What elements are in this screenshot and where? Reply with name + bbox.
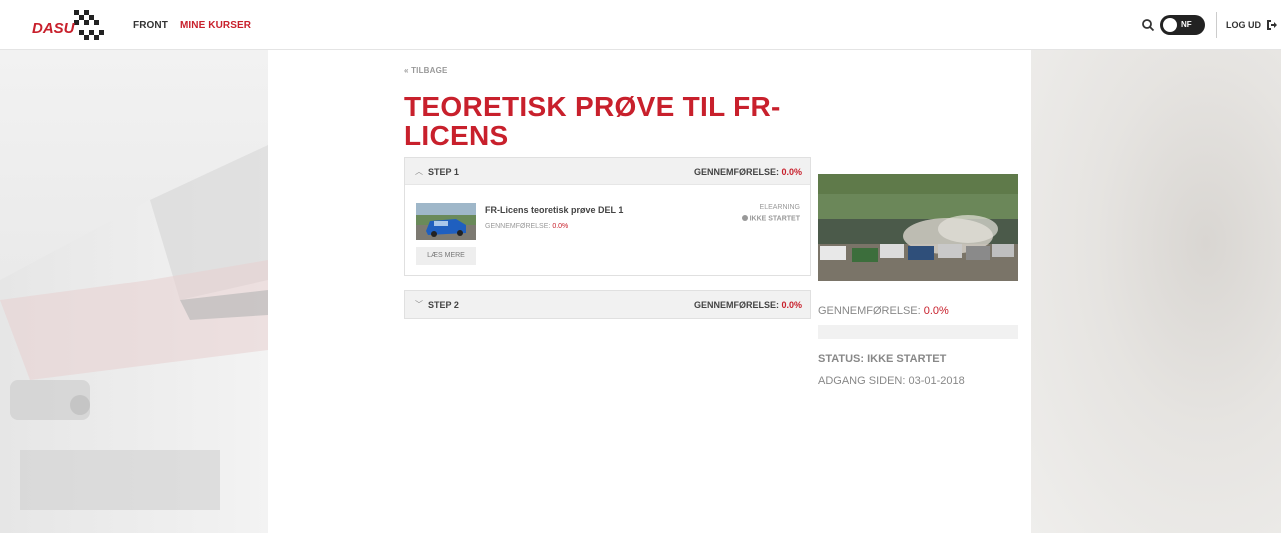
nf-toggle[interactable]: NF xyxy=(1160,15,1205,35)
chevron-down-icon: ﹀ xyxy=(415,300,423,309)
status-dot-icon xyxy=(741,215,748,221)
sidebar-status: STATUS: IKKE STARTET xyxy=(818,353,947,365)
progress-bar xyxy=(818,325,1018,339)
course-status: IKKE STARTET xyxy=(741,215,800,223)
top-navigation-bar: DASU FRONT MINE KURSER NF LOG UD xyxy=(0,0,1281,50)
dasu-logo[interactable]: DASU xyxy=(30,8,116,42)
step-title: STEP 2 xyxy=(428,300,459,310)
sidebar-access-since: ADGANG SIDEN: 03-01-2018 xyxy=(818,375,965,387)
step-2-panel: ﹀ STEP 2 GENNEMFØRELSE: 0.0% xyxy=(404,290,811,319)
logout-link[interactable]: LOG UD xyxy=(1226,20,1261,30)
step-progress: GENNEMFØRELSE: 0.0% xyxy=(693,167,802,177)
background-dust-image xyxy=(1031,50,1281,533)
svg-text:DASU: DASU xyxy=(32,20,76,37)
nav-mine-kurser-link[interactable]: MINE KURSER xyxy=(180,20,251,31)
course-progress: GENNEMFØRELSE: 0.0% xyxy=(485,223,569,230)
search-icon[interactable] xyxy=(1141,18,1155,32)
main-content: « TILBAGE TEORETISK PRØVE TIL FR-LICENS … xyxy=(268,50,1031,533)
chevron-up-icon: ︿ xyxy=(415,167,423,176)
toggle-knob xyxy=(1163,18,1177,32)
step-2-header[interactable]: ﹀ STEP 2 GENNEMFØRELSE: 0.0% xyxy=(405,291,810,318)
course-hero-image xyxy=(818,174,1018,281)
sidebar-progress-text: GENNEMFØRELSE: 0.0% xyxy=(818,305,949,317)
step-1-header[interactable]: ︿ STEP 1 GENNEMFØRELSE: 0.0% xyxy=(405,158,810,185)
course-name[interactable]: FR-Licens teoretisk prøve DEL 1 xyxy=(485,205,623,215)
course-type: ELEARNING xyxy=(759,204,800,211)
toggle-label: NF xyxy=(1181,20,1192,29)
read-more-button[interactable]: LÆS MERE xyxy=(416,247,476,265)
course-thumbnail[interactable] xyxy=(416,203,476,240)
step-title: STEP 1 xyxy=(428,167,459,177)
header-divider xyxy=(1216,12,1217,38)
step-progress: GENNEMFØRELSE: 0.0% xyxy=(693,300,802,310)
background-rally-car-image xyxy=(0,50,268,533)
page-title: TEORETISK PRØVE TIL FR-LICENS xyxy=(404,91,781,151)
step-1-panel: ︿ STEP 1 GENNEMFØRELSE: 0.0% LÆS MERE FR… xyxy=(404,157,811,276)
logout-icon[interactable] xyxy=(1266,18,1278,30)
course-item: LÆS MERE FR-Licens teoretisk prøve DEL 1… xyxy=(405,185,810,275)
back-link[interactable]: « TILBAGE xyxy=(404,66,448,75)
nav-front-link[interactable]: FRONT xyxy=(133,20,168,31)
